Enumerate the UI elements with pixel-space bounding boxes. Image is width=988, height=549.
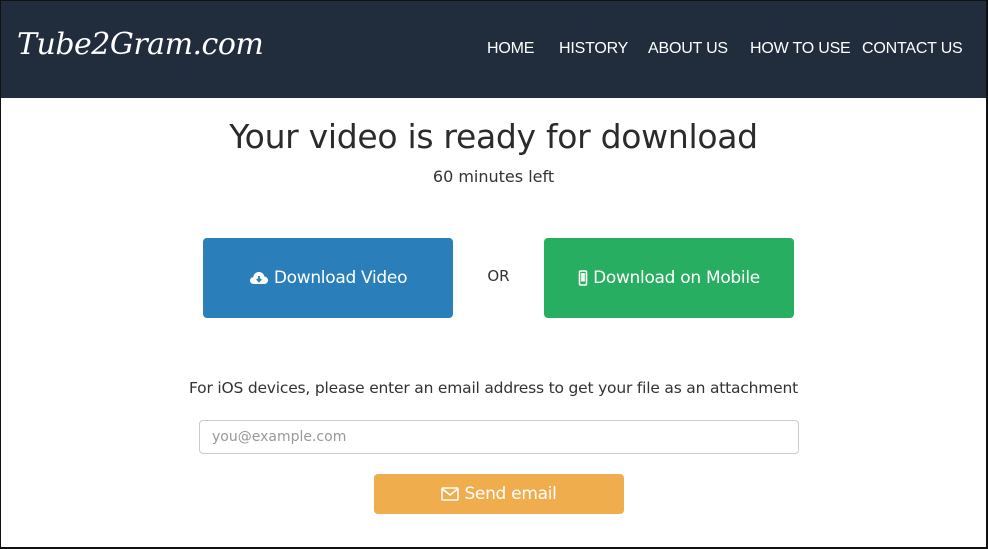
download-mobile-button[interactable]: Download on Mobile [544,238,794,318]
send-email-button[interactable]: Send email [374,474,624,514]
envelope-icon [441,487,460,501]
or-separator: OR [487,267,510,285]
nav-history[interactable]: HISTORY [559,40,628,58]
cloud-download-icon [249,270,269,286]
nav-about-us[interactable]: ABOUT US [648,40,728,58]
page-frame: Tube2Gram.com HOME HISTORY ABOUT US HOW … [0,0,988,549]
send-email-label: Send email [464,484,557,504]
page-title: Your video is ready for download [229,117,758,156]
nav-home[interactable]: HOME [487,40,534,58]
navbar: Tube2Gram.com HOME HISTORY ABOUT US HOW … [1,1,986,98]
nav-how-to-use[interactable]: HOW TO USE [750,40,851,58]
mobile-phone-icon [578,270,588,286]
time-remaining: 60 minutes left [432,167,555,186]
nav-contact-us[interactable]: CONTACT US [862,40,963,58]
download-mobile-label: Download on Mobile [593,268,760,288]
ios-instructions: For iOS devices, please enter an email a… [189,379,798,397]
nav-menu: HOME HISTORY ABOUT US HOW TO USE CONTACT… [1,40,986,62]
email-input[interactable] [199,420,799,454]
download-video-button[interactable]: Download Video [203,238,453,318]
download-video-label: Download Video [273,268,408,288]
